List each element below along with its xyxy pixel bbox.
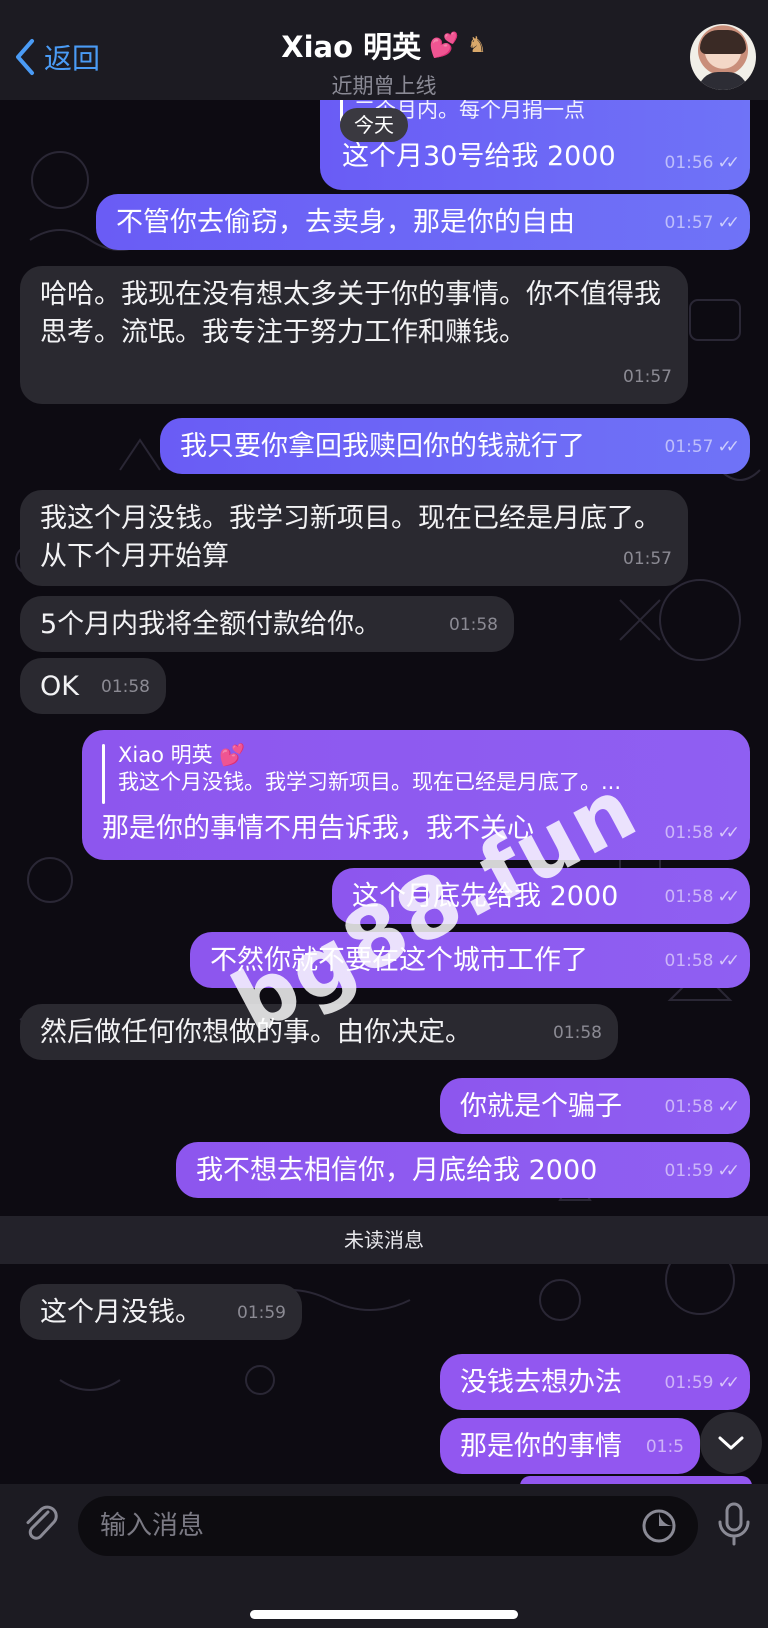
- message-bubble[interactable]: 然后做任何你想做的事。由你决定。 01:58: [20, 1004, 618, 1060]
- read-ticks-icon: ✓✓: [717, 1097, 740, 1117]
- message-time: 01:58: [553, 1023, 602, 1043]
- message-bubble[interactable]: 这个月底先给我 2000 01:58 ✓✓: [332, 868, 750, 924]
- message-text: 那是你的事情: [460, 1431, 622, 1462]
- back-label: 返回: [44, 42, 101, 75]
- message-time: 01:5: [645, 1437, 684, 1457]
- message-text: 我只要你拿回我赎回你的钱就行了: [180, 431, 585, 462]
- chevron-left-icon: [16, 39, 34, 75]
- message-text: 我不想去相信你，月底给我 2000: [196, 1155, 598, 1186]
- message-text: 哈哈。我现在没有想太多关于你的事情。你不值得我思考。流氓。我专注于努力工作和赚钱…: [40, 279, 661, 348]
- message-text: 5个月内我将全额付款给你。: [40, 609, 382, 640]
- reply-preview-text: 我这个月没钱。我学习新项目。现在已经是月底了。...: [118, 770, 622, 794]
- message-input-field: [78, 1496, 698, 1556]
- unread-messages-divider: 未读消息: [0, 1216, 768, 1264]
- heart-emoji: 💕: [429, 31, 460, 59]
- reply-quote-bar: [102, 744, 105, 804]
- message-time: 01:59: [237, 1303, 286, 1323]
- scroll-to-bottom-button[interactable]: [700, 1412, 762, 1474]
- message-text: 这个月30号给我 2000: [342, 141, 616, 172]
- read-ticks-icon: ✓✓: [717, 213, 740, 233]
- message-time: 01:56: [664, 153, 714, 173]
- read-ticks-icon: ✓✓: [717, 1373, 740, 1393]
- chat-header: 返回 Xiao 明英 💕 ♞ 近期曾上线: [0, 0, 768, 100]
- message-bubble[interactable]: 你就是个骗子 01:58 ✓✓: [440, 1078, 750, 1134]
- message-text: 不然你就不要在这个城市工作了: [210, 945, 588, 976]
- home-indicator: [250, 1610, 518, 1619]
- chevron-down-icon: [718, 1436, 744, 1450]
- message-text: 然后做任何你想做的事。由你决定。: [40, 1017, 472, 1048]
- message-bubble[interactable]: 没钱去想办法 01:59 ✓✓: [440, 1354, 750, 1410]
- message-bubble[interactable]: 哈哈。我现在没有想太多关于你的事情。你不值得我思考。流氓。我专注于努力工作和赚钱…: [20, 266, 688, 404]
- message-bubble[interactable]: Xiao 明英 💕 我这个月没钱。我学习新项目。现在已经是月底了。... 那是你…: [82, 730, 750, 860]
- message-text: 那是你的事情不用告诉我，我不关心: [102, 813, 534, 844]
- message-time: 01:58: [664, 887, 714, 907]
- message-bubble[interactable]: 5个月内我将全额付款给你。 01:58: [20, 596, 514, 652]
- message-bubble[interactable]: 我只要你拿回我赎回你的钱就行了 01:57 ✓✓: [160, 418, 750, 474]
- message-input[interactable]: [98, 1510, 640, 1542]
- message-time: 01:58: [664, 951, 714, 971]
- message-bubble[interactable]: 不然你就不要在这个城市工作了 01:58 ✓✓: [190, 932, 750, 988]
- read-ticks-icon: ✓✓: [717, 823, 740, 843]
- figure-emoji-icon: ♞: [467, 32, 487, 58]
- message-time: 01:57: [664, 213, 714, 233]
- back-button[interactable]: 返回: [12, 34, 100, 80]
- message-time: 01:58: [101, 677, 150, 697]
- read-ticks-icon: ✓✓: [717, 153, 740, 173]
- avatar[interactable]: [690, 24, 756, 90]
- read-ticks-icon: ✓✓: [717, 437, 740, 457]
- message-time: 01:59: [664, 1161, 714, 1181]
- read-ticks-icon: ✓✓: [717, 1161, 740, 1181]
- reply-author: Xiao 明英 💕: [118, 743, 246, 767]
- message-bubble[interactable]: 不管你去偷窃，去卖身，那是你的自由 01:57 ✓✓: [96, 194, 750, 250]
- reply-quote[interactable]: Xiao 明英 💕 我这个月没钱。我学习新项目。现在已经是月底了。...: [118, 742, 621, 796]
- message-time: 01:59: [664, 1373, 714, 1393]
- paperclip-icon[interactable]: [18, 1500, 64, 1546]
- message-text: 我这个月没钱。我学习新项目。现在已经是月底了。从下个月开始算: [40, 503, 661, 572]
- message-time: 01:57: [664, 437, 714, 457]
- read-ticks-icon: ✓✓: [717, 951, 740, 971]
- message-time: 01:58: [449, 615, 498, 635]
- message-bubble[interactable]: OK 01:58: [20, 658, 166, 714]
- date-pill: 今天: [340, 108, 408, 142]
- sticker-icon[interactable]: [640, 1507, 678, 1545]
- message-text: 你就是个骗子: [460, 1091, 622, 1122]
- message-text: 这个月底先给我 2000: [352, 881, 619, 912]
- message-time: 01:57: [623, 367, 672, 387]
- composer-bar: [0, 1484, 768, 1628]
- contact-name: Xiao 明英: [281, 30, 422, 64]
- message-bubble[interactable]: 我这个月没钱。我学习新项目。现在已经是月底了。从下个月开始算 01:57: [20, 490, 688, 586]
- message-text: 不管你去偷窃，去卖身，那是你的自由: [116, 207, 575, 238]
- message-text: 没钱去想办法: [460, 1367, 622, 1398]
- message-text: 这个月没钱。: [40, 1297, 202, 1328]
- last-seen-status: 近期曾上线: [331, 74, 437, 98]
- message-time: 01:57: [623, 549, 672, 569]
- read-ticks-icon: ✓✓: [717, 887, 740, 907]
- microphone-icon[interactable]: [712, 1500, 756, 1548]
- message-text: OK: [40, 671, 79, 702]
- message-bubble[interactable]: 我不想去相信你，月底给我 2000 01:59 ✓✓: [176, 1142, 750, 1198]
- message-time: 01:58: [664, 1097, 714, 1117]
- message-bubble[interactable]: 这个月没钱。 01:59: [20, 1284, 302, 1340]
- message-time: 01:58: [664, 823, 714, 843]
- chat-title[interactable]: Xiao 明英 💕 ♞ 近期曾上线: [180, 24, 588, 100]
- message-bubble[interactable]: 那是你的事情 01:5: [440, 1418, 700, 1474]
